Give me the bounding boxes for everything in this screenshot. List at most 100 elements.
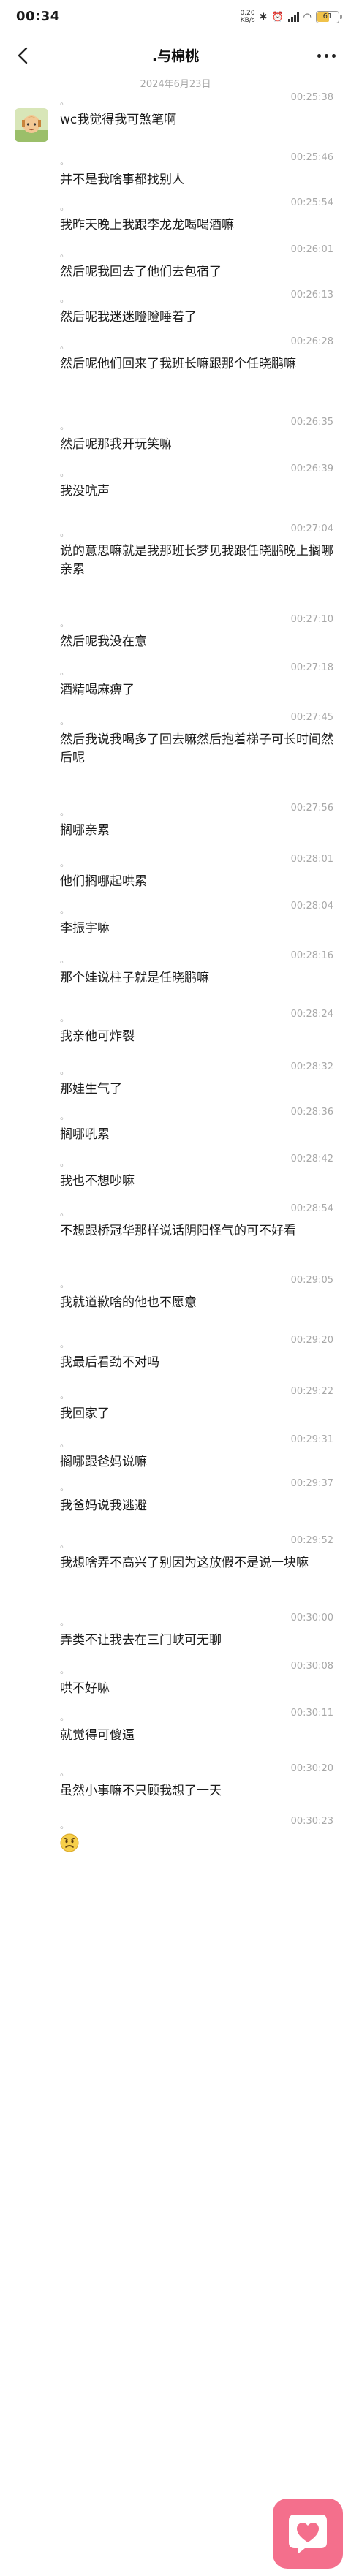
message-sender-mark: 。 — [60, 1712, 69, 1722]
message-sender-mark: 。 — [60, 858, 69, 868]
message-sender-mark: 。 — [60, 1158, 69, 1168]
message-sender-mark: 。 — [60, 1768, 69, 1778]
message-time: 00:27:45 — [290, 712, 333, 723]
message-text: 弄类不让我去在三门峡可无聊 — [60, 1633, 222, 1648]
chat-screen: 00:34 0.20 KB/s ✱ ⏰ ◠ 61 .与棉桃 2024年6月23日… — [0, 0, 351, 2576]
message-list: 。 00:25:38 wc我觉得我可煞笔啊。 00:25:46 并不是我啥事都找别人。 0… — [0, 0, 351, 2576]
message-time: 00:26:39 — [290, 463, 333, 474]
message-sender-mark: 。 — [60, 1279, 69, 1289]
heart-bubble-icon — [289, 2515, 327, 2554]
message-sender-mark: 。 — [60, 807, 69, 817]
message-text: 搁哪亲累 — [60, 823, 110, 838]
message-time: 00:30:08 — [290, 1661, 333, 1672]
message-text: wc我觉得我可煞笔啊 — [60, 113, 177, 127]
message-text: 那娃生气了 — [60, 1082, 122, 1096]
message-time: 00:28:32 — [290, 1061, 333, 1072]
message-sender-mark: 。 — [60, 341, 69, 351]
message-text: 然后呢他们回来了我班长嘛跟那个任晓鹏嘛 — [60, 357, 296, 371]
message-text: 搁哪吼累 — [60, 1127, 110, 1142]
message-sender-mark: 。 — [60, 294, 69, 304]
message-text: 搁哪跟爸妈说嘛 — [60, 1455, 147, 1469]
message-sender-mark: 。 — [60, 202, 69, 212]
message-text: 酒精喝麻痹了 — [60, 683, 135, 697]
message-sender-mark: 。 — [60, 249, 69, 259]
message-text: 然后呢那我开玩笑嘛 — [60, 437, 172, 452]
floating-heart-button[interactable] — [273, 2499, 343, 2569]
message-text: 李振宇嘛 — [60, 921, 110, 936]
message-time: 00:29:20 — [290, 1335, 333, 1346]
message-time: 00:29:22 — [290, 1386, 333, 1397]
message-sender-mark: 。 — [60, 1390, 69, 1401]
message-sender-mark: 。 — [60, 1482, 69, 1493]
message-time: 00:26:13 — [290, 289, 333, 300]
message-sender-mark: 。 — [60, 421, 69, 431]
message-time: 00:27:56 — [290, 803, 333, 814]
message-time: 00:25:46 — [290, 152, 333, 163]
message-text: 我昨天晚上我跟李龙龙喝喝酒嘛 — [60, 218, 234, 232]
message-text: 哄不好嘛 — [60, 1681, 110, 1696]
message-time: 00:28:36 — [290, 1107, 333, 1118]
message-time: 00:26:28 — [290, 336, 333, 347]
message-sender-mark: 。 — [60, 955, 69, 965]
message-text: 然后呢我回去了他们去包宿了 — [60, 265, 222, 279]
message-text: 我也不想吵嘛 — [60, 1174, 135, 1189]
message-sender-mark: 。 — [60, 96, 69, 107]
message-time: 00:29:05 — [290, 1275, 333, 1286]
message-text: 说的意思嘛就是我那班长梦见我跟任晓鹏晚上搁哪亲累 — [60, 544, 333, 577]
message-sender-mark: 。 — [60, 1208, 69, 1218]
message-sender-mark: 。 — [60, 1439, 69, 1449]
message-time: 00:27:10 — [290, 614, 333, 625]
message-time: 00:29:52 — [290, 1535, 333, 1546]
message-time: 00:29:31 — [290, 1434, 333, 1445]
message-time: 00:28:01 — [290, 854, 333, 865]
message-text: 并不是我啥事都找别人 — [60, 173, 184, 187]
message-text: 然后呢我迷迷瞪瞪睡着了 — [60, 310, 197, 325]
message-text: 不想跟桥冠华那样说话阴阳怪气的可不好看 — [60, 1224, 296, 1238]
message-time: 00:27:18 — [290, 662, 333, 673]
message-time: 00:28:42 — [290, 1153, 333, 1164]
message-sender-mark: 。 — [60, 618, 69, 629]
message-text: 我爸妈说我逃避 — [60, 1499, 147, 1513]
message-text: 我最后看劲不对吗 — [60, 1355, 159, 1370]
message-time: 00:27:04 — [290, 523, 333, 534]
message-text: 我就道歉啥的他也不愿意 — [60, 1295, 197, 1310]
message-sender-mark: 。 — [60, 667, 69, 677]
message-text: 他们搁哪起哄累 — [60, 874, 147, 889]
message-sender-mark: 。 — [60, 1539, 69, 1550]
message-time: 00:30:20 — [290, 1763, 333, 1774]
message-sender-mark: 。 — [60, 1617, 69, 1627]
message-time: 00:30:23 — [290, 1816, 333, 1827]
message-text: 我亲他可炸裂 — [60, 1029, 135, 1044]
message-sender-mark: 。 — [60, 905, 69, 915]
message-text: 那个娃说柱子就是任晓鹏嘛 — [60, 971, 209, 985]
message-text: 然后呢我没在意 — [60, 634, 147, 649]
message-sender-mark: 。 — [60, 468, 69, 478]
message-time: 00:29:37 — [290, 1478, 333, 1489]
message-time: 00:26:35 — [290, 417, 333, 428]
message-time: 00:30:11 — [290, 1708, 333, 1719]
message-text: 我想啥弄不高兴了别因为这放假不是说一块嘛 — [60, 1556, 309, 1570]
message-time: 00:28:24 — [290, 1009, 333, 1020]
message-time: 00:28:04 — [290, 901, 333, 912]
message-time: 00:25:38 — [290, 92, 333, 103]
message-sender-mark: 。 — [60, 1339, 69, 1349]
message-time: 00:28:54 — [290, 1203, 333, 1214]
message-text: 就觉得可傻逼 — [60, 1728, 135, 1743]
message-text: 我没吭声 — [60, 484, 110, 499]
message-text: 虽然小事嘛不只顾我想了一天 — [60, 1784, 222, 1798]
message-sender-mark: 。 — [60, 1665, 69, 1675]
message-sender-mark: 。 — [60, 1820, 69, 1830]
message-time: 00:28:16 — [290, 950, 333, 961]
message-sender-mark: 。 — [60, 528, 69, 538]
message-time: 00:30:00 — [290, 1613, 333, 1624]
message-sender-mark: 。 — [60, 1066, 69, 1076]
message-sender-mark: 。 — [60, 1013, 69, 1023]
message-sender-mark: 。 — [60, 1111, 69, 1121]
message-text: 我回家了 — [60, 1406, 110, 1421]
message-sender-mark: 。 — [60, 156, 69, 167]
message-time: 00:25:54 — [290, 197, 333, 208]
message-time: 00:26:01 — [290, 244, 333, 255]
worried-face-emoji-icon — [60, 1833, 79, 1852]
message-sender-mark: 。 — [60, 716, 69, 727]
message-text: 然后我说我喝多了回去嘛然后抱着梯子可长时间然后呢 — [60, 732, 333, 765]
